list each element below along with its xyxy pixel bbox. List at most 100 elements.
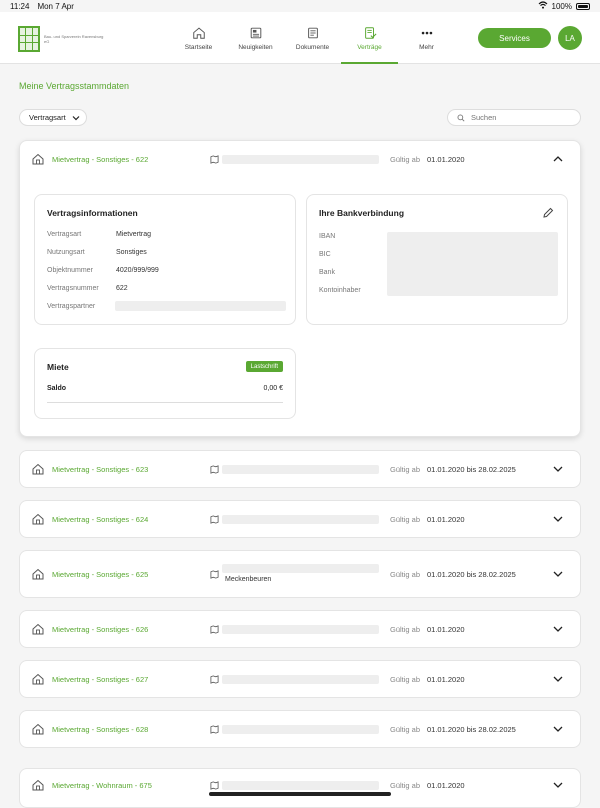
bank-key-iban: IBAN — [319, 233, 336, 240]
info-key: Objektnummer — [47, 267, 93, 274]
info-value: 4020/999/999 — [116, 267, 159, 274]
contract-row[interactable]: Mietvertrag - Sonstiges - 627 Gültig ab … — [20, 661, 580, 697]
contract-title[interactable]: Mietvertrag - Sonstiges - 628 — [52, 725, 148, 734]
address-placeholder — [222, 724, 379, 734]
valid-from-label: Gültig ab — [390, 569, 421, 579]
contract-row[interactable]: Mietvertrag - Sonstiges - 628 Gültig ab … — [20, 711, 580, 747]
contract-icon — [364, 26, 376, 39]
info-key: Vertragspartner — [47, 303, 96, 310]
nav-item-mehr[interactable]: Mehr — [398, 12, 455, 64]
house-icon — [32, 723, 44, 735]
address-placeholder — [222, 154, 379, 164]
contract-title[interactable]: Mietvertrag - Sonstiges - 627 — [52, 675, 148, 684]
top-navigation: Bau- und Sparverein Ravensburg eG Starts… — [0, 12, 600, 64]
contract-card[interactable]: Mietvertrag - Sonstiges - 628 Gültig ab … — [19, 710, 581, 748]
contract-row[interactable]: Mietvertrag - Sonstiges - 624 Gültig ab … — [20, 501, 580, 537]
chevron-down-icon[interactable] — [552, 779, 564, 791]
valid-from-value: 01.01.2020 — [427, 780, 465, 790]
nav-label-startseite: Startseite — [184, 43, 213, 51]
nav-label-neuigkeiten: Neuigkeiten — [238, 43, 273, 51]
info-key: Nutzungsart — [47, 249, 85, 256]
map-icon — [210, 780, 219, 790]
filter-label: Vertragsart — [29, 113, 66, 122]
search-box[interactable] — [447, 109, 581, 126]
contract-row[interactable]: Mietvertrag - Sonstiges - 625 Meckenbeur… — [20, 551, 580, 597]
logo[interactable] — [18, 26, 40, 52]
home-indicator[interactable] — [209, 792, 391, 796]
payment-method-badge: Lastschrift — [245, 361, 283, 372]
avatar[interactable]: LA — [558, 26, 582, 50]
chevron-up-icon[interactable] — [552, 153, 564, 165]
valid-from-label: Gültig ab — [390, 464, 421, 474]
address-placeholder — [222, 624, 379, 634]
map-icon — [210, 569, 219, 579]
contract-title[interactable]: Mietvertrag - Sonstiges - 625 — [52, 570, 148, 579]
chevron-down-icon[interactable] — [552, 463, 564, 475]
saldo-value: 0,00 € — [263, 385, 283, 392]
contract-row[interactable]: Mietvertrag - Sonstiges - 626 Gültig ab … — [20, 611, 580, 647]
divider — [47, 402, 283, 403]
search-input[interactable] — [471, 113, 571, 122]
contract-row[interactable]: Mietvertrag - Wohnraum - 675 Gültig ab 0… — [20, 769, 580, 801]
bank-key-bank: Bank — [319, 269, 335, 276]
nav-item-neuigkeiten[interactable]: Neuigkeiten — [227, 12, 284, 64]
contract-info-panel: Vertragsinformationen Vertragsart Mietve… — [34, 194, 296, 325]
chevron-down-icon[interactable] — [552, 723, 564, 735]
contract-card[interactable]: Mietvertrag - Sonstiges - 627 Gültig ab … — [19, 660, 581, 698]
house-icon — [32, 463, 44, 475]
info-value: Sonstiges — [116, 249, 147, 256]
address-placeholder — [222, 564, 379, 573]
info-value: 622 — [116, 285, 128, 292]
contract-row[interactable]: Mietvertrag - Sonstiges - 623 Gültig ab … — [20, 451, 580, 487]
contract-card[interactable]: Mietvertrag - Sonstiges - 625 Meckenbeur… — [19, 550, 581, 598]
info-value: Mietvertrag — [116, 231, 152, 238]
contract-card[interactable]: Mietvertrag - Sonstiges - 623 Gültig ab … — [19, 450, 581, 488]
valid-from-value: 01.01.2020 — [427, 514, 465, 524]
house-icon — [32, 623, 44, 635]
contract-title[interactable]: Mietvertrag - Sonstiges - 624 — [52, 515, 148, 524]
contract-type-filter[interactable]: Vertragsart — [19, 109, 87, 126]
battery-percent: 100% — [551, 1, 572, 11]
valid-from-value: 01.01.2020 bis 28.02.2025 — [427, 464, 516, 474]
nav-item-vertraege[interactable]: Verträge — [341, 12, 398, 64]
valid-from-value: 01.01.2020 — [427, 674, 465, 684]
valid-from-label: Gültig ab — [390, 154, 421, 164]
valid-from-label: Gültig ab — [390, 724, 421, 734]
chevron-down-icon[interactable] — [552, 673, 564, 685]
chevron-down-icon[interactable] — [552, 513, 564, 525]
saldo-label: Saldo — [47, 385, 67, 392]
valid-from-value: 01.01.2020 — [427, 154, 465, 164]
valid-from-label: Gültig ab — [390, 514, 421, 524]
map-icon — [210, 674, 219, 684]
logo-text: Bau- und Sparverein Ravensburg eG — [44, 34, 104, 44]
map-icon — [210, 624, 219, 634]
map-icon — [210, 514, 219, 524]
news-icon — [250, 27, 261, 38]
bank-panel: Ihre Bankverbindung IBAN BIC Bank Kontoi… — [306, 194, 568, 325]
info-key: Vertragsnummer — [47, 285, 99, 292]
house-icon — [32, 513, 44, 525]
nav-item-startseite[interactable]: Startseite — [170, 12, 227, 64]
contract-card[interactable]: Mietvertrag - Wohnraum - 675 Gültig ab 0… — [19, 768, 581, 808]
nav-item-dokumente[interactable]: Dokumente — [284, 12, 341, 64]
contract-title[interactable]: Mietvertrag - Sonstiges - 622 — [52, 155, 148, 164]
contract-header-row[interactable]: Mietvertrag - Sonstiges - 622 Gültig ab … — [20, 141, 580, 177]
contract-card[interactable]: Mietvertrag - Sonstiges - 624 Gültig ab … — [19, 500, 581, 538]
valid-from-label: Gültig ab — [390, 624, 421, 634]
contract-title[interactable]: Mietvertrag - Wohnraum - 675 — [52, 781, 152, 790]
nav-label-dokumente: Dokumente — [295, 43, 330, 51]
wifi-icon — [538, 1, 548, 11]
services-button[interactable]: Services — [478, 28, 551, 48]
edit-pencil-icon[interactable] — [542, 207, 554, 219]
map-icon — [210, 724, 219, 734]
document-icon — [307, 27, 318, 38]
contract-title[interactable]: Mietvertrag - Sonstiges - 626 — [52, 625, 148, 634]
more-icon — [421, 31, 432, 34]
chevron-down-icon[interactable] — [552, 623, 564, 635]
chevron-down-icon[interactable] — [552, 568, 564, 580]
contract-card[interactable]: Mietvertrag - Sonstiges - 626 Gültig ab … — [19, 610, 581, 648]
status-time: 11:24 — [10, 1, 30, 11]
contract-title[interactable]: Mietvertrag - Sonstiges - 623 — [52, 465, 148, 474]
nav-label-mehr: Mehr — [419, 43, 434, 51]
rent-heading: Miete — [47, 362, 69, 372]
